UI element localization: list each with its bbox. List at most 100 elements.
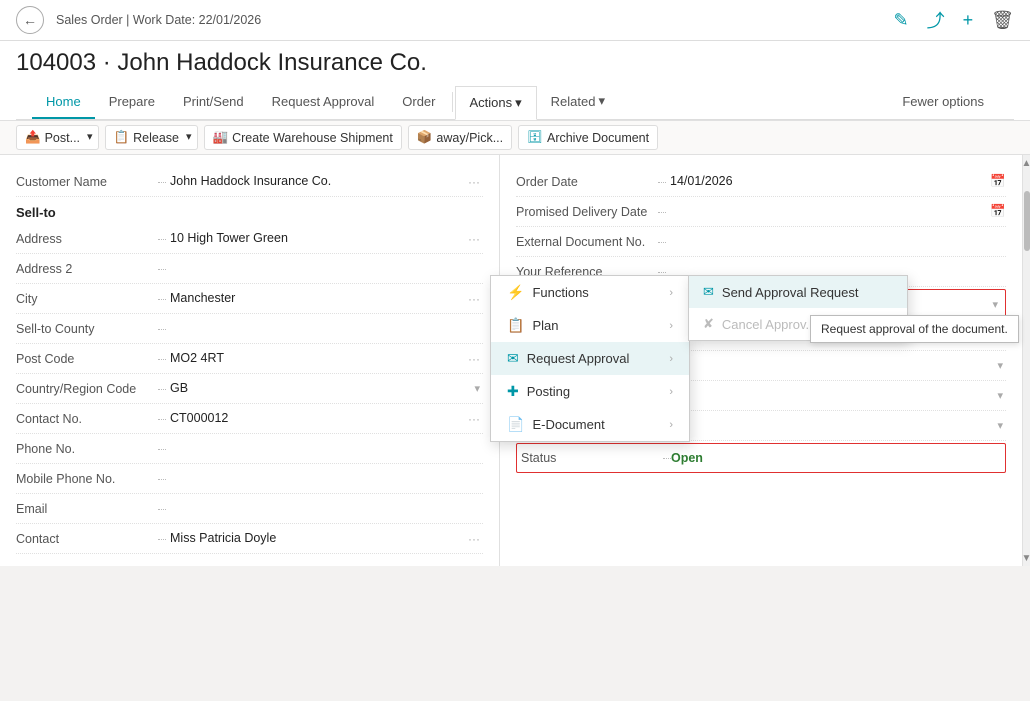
- getaway-icon: 📦: [417, 130, 433, 145]
- country-input[interactable]: [166, 379, 467, 398]
- contact-ellipsis[interactable]: ···: [465, 532, 483, 546]
- scroll-up-btn[interactable]: ▲: [1023, 155, 1030, 171]
- phone-value: [166, 439, 483, 458]
- release-button[interactable]: 📋 Release: [105, 125, 188, 150]
- address2-value: [166, 259, 483, 278]
- customer-name-ellipsis[interactable]: ···: [465, 175, 483, 189]
- responsibility-dropdown-icon[interactable]: ▾: [994, 389, 1006, 402]
- phone-input[interactable]: [166, 439, 483, 458]
- contact-input[interactable]: [166, 529, 461, 548]
- ext-doc-label: External Document No.: [516, 235, 666, 249]
- promised-calendar-icon[interactable]: 📅: [990, 204, 1006, 219]
- address-value: ···: [166, 229, 483, 248]
- promised-value: 📅: [666, 202, 1006, 221]
- campaign-label: Campaign No.: [516, 329, 666, 343]
- email-label: Email: [16, 502, 166, 516]
- postcode-ellipsis[interactable]: ···: [465, 352, 483, 366]
- city-ellipsis[interactable]: ···: [465, 292, 483, 306]
- nav-order[interactable]: Order: [388, 86, 449, 119]
- scroll-down-btn[interactable]: ▼: [1023, 550, 1030, 566]
- scroll-thumb[interactable]: [1024, 191, 1030, 251]
- address2-input[interactable]: [166, 259, 483, 278]
- back-icon: ←: [23, 12, 37, 28]
- status-label: Status: [521, 451, 671, 465]
- nav-print-send[interactable]: Print/Send: [169, 86, 258, 119]
- share-icon[interactable]: ⤴: [927, 7, 945, 33]
- address2-label: Address 2: [16, 262, 166, 276]
- calendar-icon[interactable]: 📅: [990, 174, 1006, 189]
- archive-button[interactable]: 🗄 Archive Document: [518, 125, 658, 150]
- sell-to-section: Sell-to: [16, 197, 483, 224]
- toolbar: 📤 Post... ▾ 📋 Release ▾ 🏭 Create Warehou…: [0, 121, 1030, 155]
- ext-doc-value: [666, 232, 1006, 251]
- nav-actions[interactable]: Actions ▾: [455, 86, 537, 120]
- order-date-input[interactable]: [666, 172, 986, 191]
- order-date-row: Order Date 📅: [516, 167, 1006, 197]
- release-icon: 📋: [114, 130, 130, 145]
- nav-related[interactable]: Related ▾: [537, 85, 619, 119]
- release-caret[interactable]: ▾: [181, 125, 198, 150]
- responsibility-input[interactable]: [666, 386, 990, 405]
- salesperson-dropdown-icon[interactable]: ▾: [989, 298, 1001, 311]
- scrollbar[interactable]: ▲ ▼: [1022, 155, 1030, 566]
- salesperson-value: ▾: [671, 295, 1001, 314]
- phone-label: Phone No.: [16, 442, 166, 456]
- add-icon[interactable]: +: [963, 10, 974, 31]
- county-input[interactable]: [166, 319, 483, 338]
- back-button[interactable]: ←: [16, 6, 44, 34]
- assigned-user-input[interactable]: [666, 416, 990, 435]
- customer-name-input[interactable]: [166, 172, 461, 191]
- assigned-user-dropdown-icon[interactable]: ▾: [994, 419, 1006, 432]
- nav-request-approval[interactable]: Request Approval: [258, 86, 389, 119]
- warehouse-button[interactable]: 🏭 Create Warehouse Shipment: [204, 125, 402, 150]
- title-area: 104003 · John Haddock Insurance Co. Home…: [0, 41, 1030, 121]
- delete-icon[interactable]: 🗑: [991, 10, 1014, 31]
- post-btn-group: 📤 Post... ▾: [16, 125, 99, 150]
- address-input[interactable]: [166, 229, 461, 248]
- salesperson-input[interactable]: [671, 295, 985, 314]
- your-ref-row: Your Reference: [516, 257, 1006, 287]
- post-caret[interactable]: ▾: [82, 125, 99, 150]
- contact-no-row: Contact No. ···: [16, 404, 483, 434]
- responsibility-value: ▾: [666, 386, 1006, 405]
- campaign-dropdown-icon[interactable]: ▾: [994, 329, 1006, 342]
- getaway-button[interactable]: 📦 away/Pick...: [408, 125, 512, 150]
- address-row: Address ···: [16, 224, 483, 254]
- postcode-row: Post Code ···: [16, 344, 483, 374]
- mobile-input[interactable]: [166, 469, 483, 488]
- contact-no-input[interactable]: [166, 409, 461, 428]
- country-dropdown-icon[interactable]: ▾: [471, 382, 483, 395]
- customer-name-row: Customer Name ···: [16, 167, 483, 197]
- email-value: [166, 499, 483, 518]
- responsibility-label: Responsibility Center: [516, 389, 666, 403]
- salesperson-label: Salesperson Code: [521, 297, 671, 311]
- contact-no-value: ···: [166, 409, 483, 428]
- content-area: Customer Name ··· Sell-to Address ··· Ad…: [0, 155, 1030, 566]
- ext-doc-input[interactable]: [666, 232, 1006, 251]
- opportunity-input[interactable]: [666, 356, 990, 375]
- left-panel: Customer Name ··· Sell-to Address ··· Ad…: [0, 155, 500, 566]
- order-date-value: 📅: [666, 172, 1006, 191]
- campaign-input[interactable]: [666, 326, 990, 345]
- country-row: Country/Region Code ▾: [16, 374, 483, 404]
- county-value: [166, 319, 483, 338]
- post-button[interactable]: 📤 Post...: [16, 125, 89, 150]
- phone-row: Phone No.: [16, 434, 483, 464]
- nav-fewer-options[interactable]: Fewer options: [888, 86, 998, 119]
- postcode-input[interactable]: [166, 349, 461, 368]
- city-input[interactable]: [166, 289, 461, 308]
- mobile-value: [166, 469, 483, 488]
- opportunity-dropdown-icon[interactable]: ▾: [994, 359, 1006, 372]
- contact-no-ellipsis[interactable]: ···: [465, 412, 483, 426]
- promised-input[interactable]: [666, 202, 986, 221]
- county-row: Sell-to County: [16, 314, 483, 344]
- nav-home[interactable]: Home: [32, 86, 95, 119]
- getaway-label: away/Pick...: [436, 131, 503, 145]
- postcode-label: Post Code: [16, 352, 166, 366]
- email-input[interactable]: [166, 499, 483, 518]
- address-ellipsis[interactable]: ···: [465, 232, 483, 246]
- nav-prepare[interactable]: Prepare: [95, 86, 169, 119]
- edit-icon[interactable]: ✎: [894, 10, 909, 31]
- your-ref-input[interactable]: [666, 262, 1006, 281]
- top-bar-actions: ✎ ⤴ + 🗑: [894, 7, 1014, 33]
